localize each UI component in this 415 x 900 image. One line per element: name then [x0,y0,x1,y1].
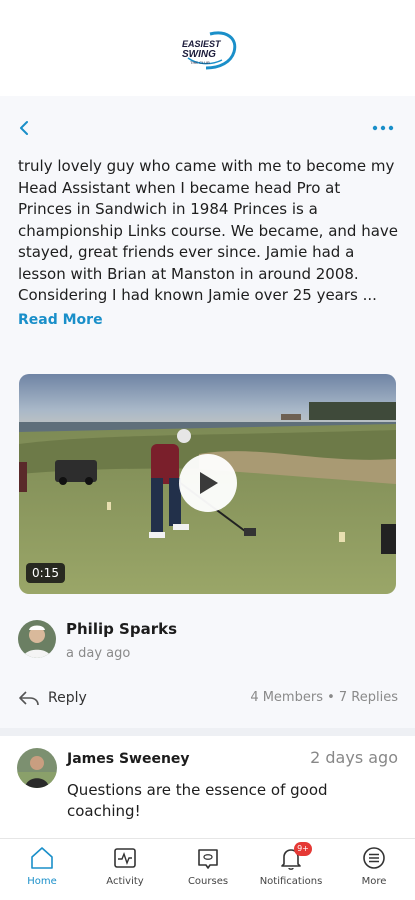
video-player[interactable]: 0:15 [19,374,396,594]
tab-more[interactable]: More [334,843,414,895]
tab-label: Activity [106,876,144,887]
tab-label: Home [27,876,57,887]
post-topbar [0,96,415,156]
avatar[interactable] [17,748,57,788]
tab-home[interactable]: Home [2,843,82,895]
back-button[interactable] [12,116,36,140]
svg-text:SWING: SWING [182,49,216,60]
video-duration: 0:15 [26,563,65,583]
courses-icon [195,845,221,871]
post-actions: Reply 4 Members • 7 Replies [18,684,398,712]
home-icon [29,845,55,871]
svg-text:EASIEST: EASIEST [182,39,222,49]
more-options-button[interactable] [369,118,397,138]
list-item[interactable]: James Sweeney 2 days ago Questions are t… [0,736,415,838]
bottom-tab-bar: Home Activity Courses 9+ Notifications M… [0,838,415,900]
chevron-left-icon [20,121,28,135]
tab-label: Notifications [259,876,323,887]
easiest-swing-logo[interactable]: EASIEST SWING THE CLUB [176,28,240,72]
tab-label: More [361,876,387,887]
play-button[interactable] [179,454,237,512]
reply-button[interactable]: Reply [18,684,87,712]
activity-icon [112,845,138,871]
bell-icon: 9+ [278,842,312,871]
post-detail: truly lovely guy who came with me to bec… [0,96,415,838]
comment-author[interactable]: James Sweeney [67,751,190,767]
post-author[interactable]: Philip Sparks a day ago [18,620,398,668]
tab-notifications[interactable]: 9+ Notifications [251,842,331,895]
ellipsis-icon [372,125,394,131]
app-header: EASIEST SWING THE CLUB [0,0,415,96]
tab-courses[interactable]: Courses [168,843,248,895]
divider [0,728,415,736]
comment-timestamp: 2 days ago [310,748,398,767]
comment-text: Questions are the essence of good coachi… [67,781,328,820]
read-more-link[interactable]: Read More [18,312,103,328]
post-body-text: truly lovely guy who came with me to bec… [18,157,398,304]
author-name[interactable]: Philip Sparks [66,620,177,638]
tab-label: Courses [187,876,229,887]
post-timestamp: a day ago [66,646,131,661]
menu-icon [361,845,387,871]
members-replies-count[interactable]: 4 Members • 7 Replies [250,690,398,705]
avatar[interactable] [18,620,56,658]
reply-label: Reply [48,690,87,706]
tab-activity[interactable]: Activity [85,843,165,895]
play-icon [200,472,218,494]
svg-text:THE CLUB: THE CLUB [190,60,210,65]
reply-icon [19,691,39,706]
notification-badge: 9+ [294,842,312,856]
